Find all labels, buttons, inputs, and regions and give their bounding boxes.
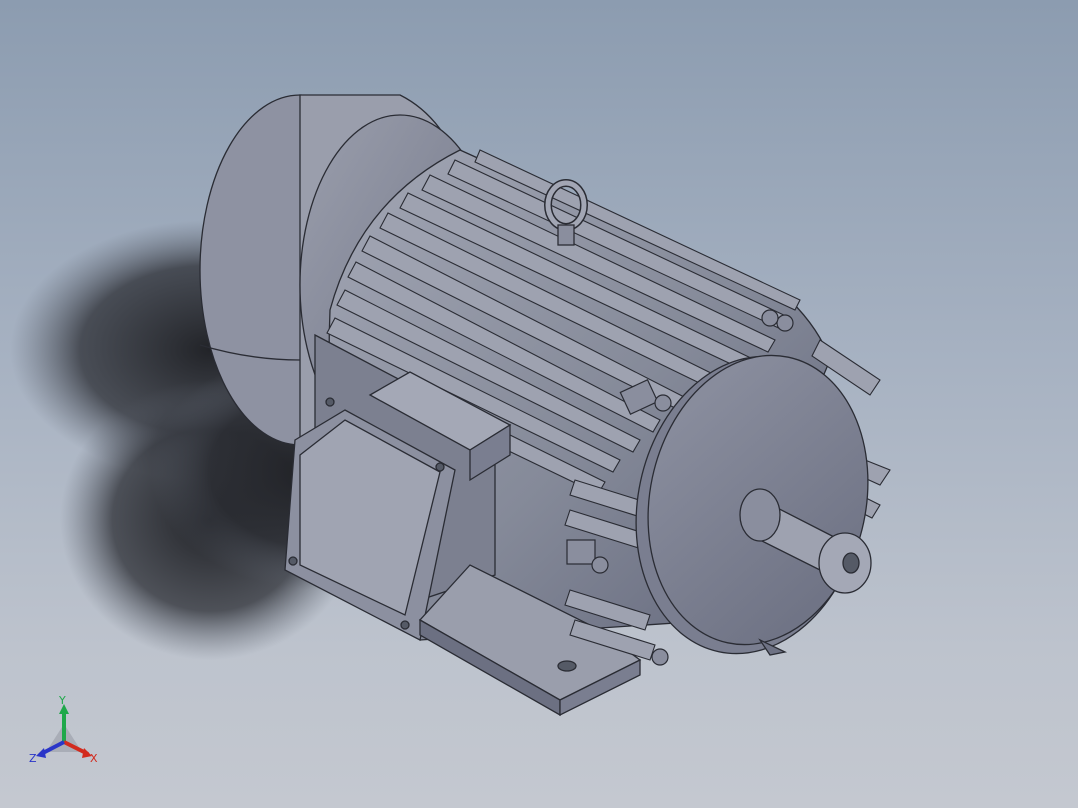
coordinate-triad: Y X Z [29,694,98,765]
z-axis-arrow [36,748,46,758]
motor-model-view[interactable] [0,0,1078,808]
graphics-viewport[interactable]: Y X Z [0,0,1078,808]
x-axis-label: X [90,752,98,765]
z-axis-label: Z [29,752,37,765]
y-axis-label: Y [58,694,66,707]
